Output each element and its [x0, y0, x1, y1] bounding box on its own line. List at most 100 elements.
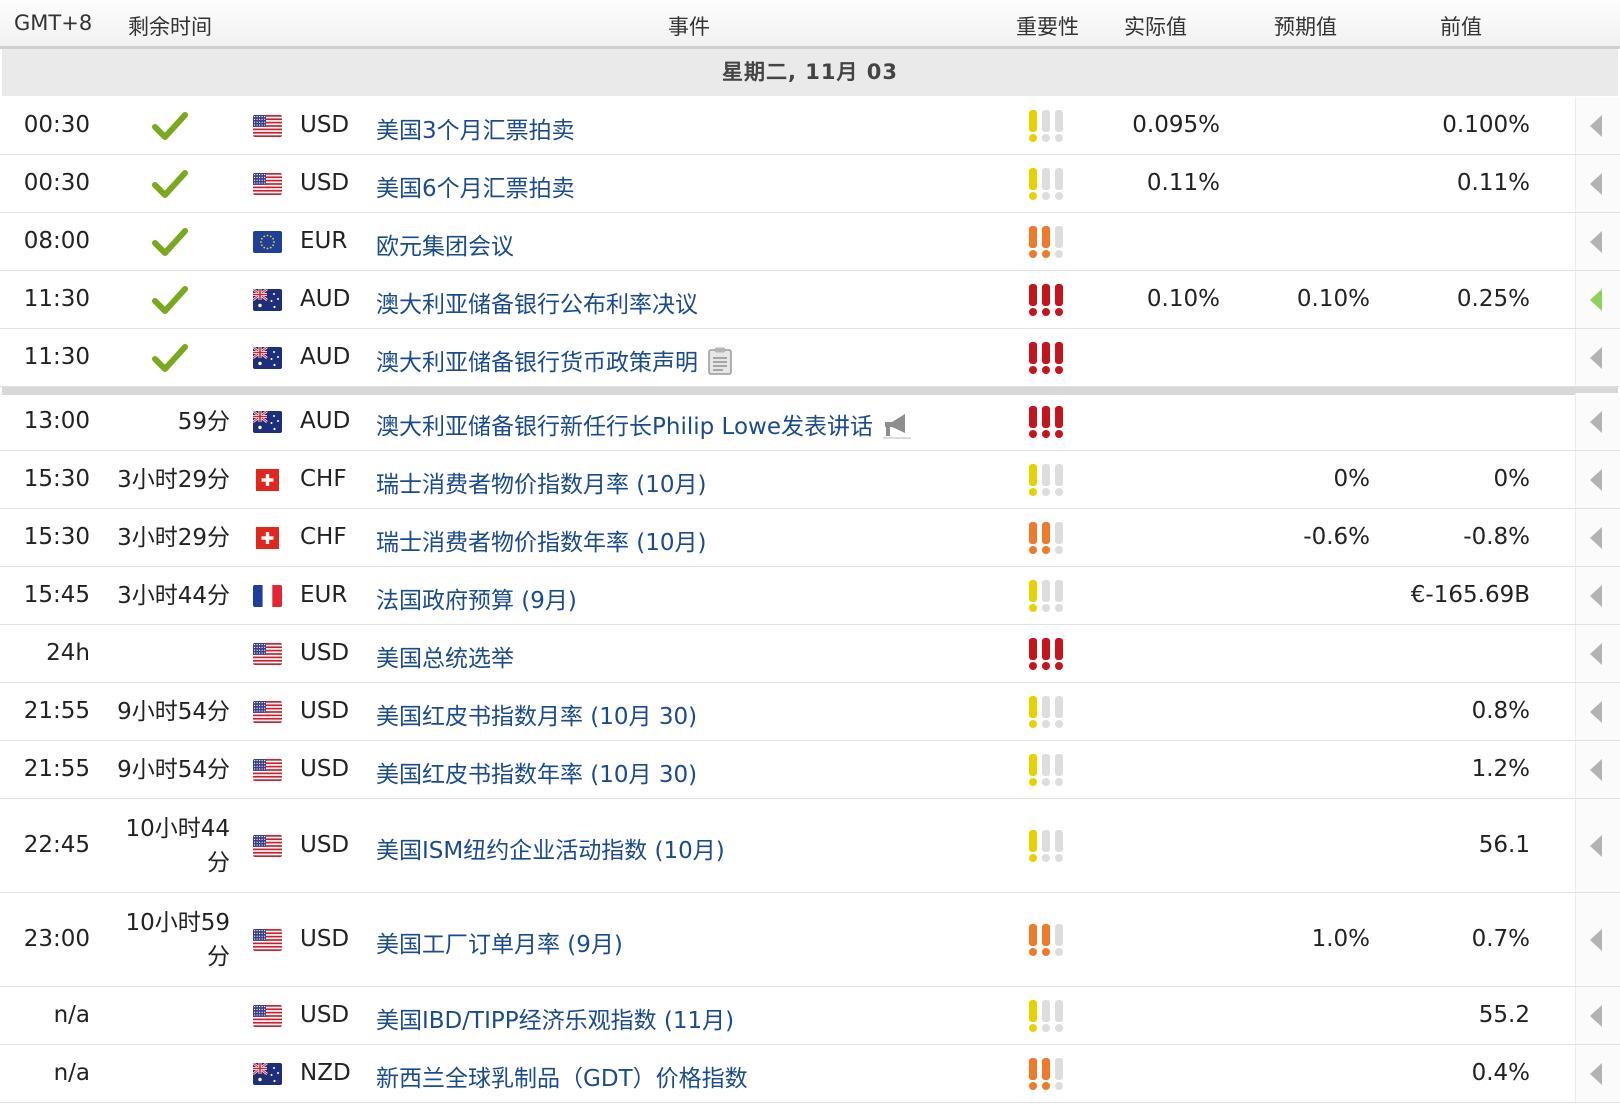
event-time: 08:00: [23, 228, 90, 254]
event-link[interactable]: 瑞士消费者物价指数月率 (10月): [376, 465, 707, 499]
checkmark-icon: [152, 111, 188, 141]
forecast-value: -0.6%: [1303, 524, 1370, 550]
event-name[interactable]: 美国IBD/TIPP经济乐观指数 (11月): [376, 1008, 734, 1034]
time-remaining: 3小时44分: [117, 583, 230, 609]
event-name[interactable]: 美国3个月汇票拍卖: [376, 118, 575, 144]
checkmark-icon: [152, 227, 188, 257]
event-name[interactable]: 澳大利亚储备银行新任行长Philip Lowe发表讲话: [376, 414, 873, 440]
event-link[interactable]: 美国3个月汇票拍卖: [376, 111, 575, 145]
time-remaining: 10小时44分: [125, 816, 230, 876]
expand-arrow[interactable]: [1575, 213, 1620, 270]
event-time: 11:30: [23, 344, 90, 370]
event-link[interactable]: 澳大利亚储备银行新任行长Philip Lowe发表讲话: [376, 407, 911, 445]
event-name[interactable]: 法国政府预算 (9月): [376, 588, 577, 614]
document-icon[interactable]: [708, 347, 732, 381]
event-row[interactable]: 23:00 10小时59分 USD 美国工厂订单月率 (9月) 1.0% 0.7%: [0, 893, 1620, 987]
event-row[interactable]: 15:30 3小时29分 CHF 瑞士消费者物价指数月率 (10月) 0% 0%: [0, 451, 1620, 509]
event-time: 23:00: [23, 926, 90, 952]
event-link[interactable]: 美国总统选举: [376, 639, 514, 673]
event-name[interactable]: 瑞士消费者物价指数月率 (10月): [376, 472, 707, 498]
event-row[interactable]: 00:30 USD 美国3个月汇票拍卖 0.095% 0.100%: [0, 97, 1620, 155]
expand-arrow[interactable]: [1575, 1045, 1620, 1102]
expand-arrow[interactable]: [1575, 741, 1620, 798]
expand-arrow[interactable]: [1575, 271, 1620, 328]
triangle-left-icon: [1590, 585, 1602, 607]
expand-arrow[interactable]: [1575, 625, 1620, 682]
previous-value: 0.100%: [1442, 112, 1530, 138]
ch-flag: [253, 527, 282, 549]
event-name[interactable]: 美国总统选举: [376, 646, 514, 672]
event-link[interactable]: 美国ISM纽约企业活动指数 (10月): [376, 831, 725, 865]
triangle-left-icon: [1590, 643, 1602, 665]
event-name[interactable]: 欧元集团会议: [376, 234, 514, 260]
event-row[interactable]: 15:30 3小时29分 CHF 瑞士消费者物价指数年率 (10月) -0.6% -0.8…: [0, 509, 1620, 567]
event-link[interactable]: 美国工厂订单月率 (9月): [376, 925, 623, 959]
event-time: 22:45: [23, 832, 90, 858]
expand-arrow[interactable]: [1575, 683, 1620, 740]
event-name[interactable]: 澳大利亚储备银行货币政策声明: [376, 350, 698, 376]
currency-code: USD: [300, 1002, 350, 1028]
event-link[interactable]: 美国IBD/TIPP经济乐观指数 (11月): [376, 1001, 734, 1035]
event-row[interactable]: 15:45 3小时44分 EUR 法国政府预算 (9月) €-165.69B: [0, 567, 1620, 625]
event-link[interactable]: 澳大利亚储备银行货币政策声明: [376, 343, 732, 381]
event-row[interactable]: 24h USD 美国总统选举: [0, 625, 1620, 683]
importance-icon: [1027, 167, 1067, 201]
triangle-left-icon: [1590, 173, 1602, 195]
event-name[interactable]: 美国ISM纽约企业活动指数 (10月): [376, 838, 725, 864]
currency-code: USD: [300, 170, 350, 196]
previous-value: 0.11%: [1456, 170, 1530, 196]
expand-arrow[interactable]: [1575, 509, 1620, 566]
expand-arrow[interactable]: [1575, 155, 1620, 212]
event-row[interactable]: 21:55 9小时54分 USD 美国红皮书指数月率 (10月 30) 0.8%: [0, 683, 1620, 741]
event-row[interactable]: 22:45 10小时44分 USD 美国ISM纽约企业活动指数 (10月) 56.1: [0, 799, 1620, 893]
event-row[interactable]: n/a USD 美国IBD/TIPP经济乐观指数 (11月) 55.2: [0, 987, 1620, 1045]
event-name[interactable]: 美国6个月汇票拍卖: [376, 176, 575, 202]
us-flag: [253, 1005, 282, 1027]
expand-arrow[interactable]: [1575, 97, 1620, 154]
event-name[interactable]: 美国红皮书指数月率 (10月 30): [376, 704, 697, 730]
ch-flag: [253, 469, 282, 491]
speaker-icon[interactable]: [882, 411, 911, 445]
event-link[interactable]: 瑞士消费者物价指数年率 (10月): [376, 523, 707, 557]
event-link[interactable]: 欧元集团会议: [376, 227, 514, 261]
expand-arrow[interactable]: [1575, 987, 1620, 1044]
previous-value: 0.8%: [1471, 698, 1530, 724]
importance-icon: [1027, 829, 1067, 863]
event-name[interactable]: 瑞士消费者物价指数年率 (10月): [376, 530, 707, 556]
day-header: 星期二, 11月 03: [2, 49, 1618, 96]
event-row[interactable]: n/a NZD 新西兰全球乳制品（GDT）价格指数 0.4%: [0, 1045, 1620, 1103]
event-link[interactable]: 法国政府预算 (9月): [376, 581, 577, 615]
us-flag: [253, 701, 282, 723]
importance-icon: [1027, 225, 1067, 259]
expand-arrow[interactable]: [1575, 393, 1620, 450]
time-remaining: 9小时54分: [117, 699, 230, 725]
us-flag: [253, 835, 282, 857]
event-name[interactable]: 美国红皮书指数年率 (10月 30): [376, 762, 697, 788]
event-row[interactable]: 08:00 EUR 欧元集团会议: [0, 213, 1620, 271]
event-link[interactable]: 美国6个月汇票拍卖: [376, 169, 575, 203]
expand-arrow[interactable]: [1575, 893, 1620, 986]
event-row[interactable]: 00:30 USD 美国6个月汇票拍卖 0.11% 0.11%: [0, 155, 1620, 213]
currency-code: AUD: [300, 344, 351, 370]
event-row[interactable]: 11:30 AUD 澳大利亚储备银行公布利率决议 0.10% 0.10% 0.25%: [0, 271, 1620, 329]
col-remaining: 剩余时间: [128, 15, 212, 39]
us-flag: [253, 643, 282, 665]
event-name[interactable]: 澳大利亚储备银行公布利率决议: [376, 292, 698, 318]
event-row[interactable]: 21:55 9小时54分 USD 美国红皮书指数年率 (10月 30) 1.2%: [0, 741, 1620, 799]
event-row[interactable]: 11:30 AUD 澳大利亚储备银行货币政策声明: [0, 329, 1620, 387]
event-row[interactable]: 13:00 59分 AUD 澳大利亚储备银行新任行长Philip Lowe发表讲话: [0, 393, 1620, 451]
event-link[interactable]: 美国红皮书指数月率 (10月 30): [376, 697, 697, 731]
event-link[interactable]: 澳大利亚储备银行公布利率决议: [376, 285, 698, 319]
expand-arrow[interactable]: [1575, 329, 1620, 386]
event-link[interactable]: 新西兰全球乳制品（GDT）价格指数: [376, 1059, 748, 1093]
col-actual: 实际值: [1124, 15, 1187, 39]
expand-arrow[interactable]: [1575, 451, 1620, 508]
expand-arrow[interactable]: [1575, 799, 1620, 892]
importance-icon: [1027, 637, 1067, 671]
event-time: 00:30: [23, 170, 90, 196]
expand-arrow[interactable]: [1575, 567, 1620, 624]
event-name[interactable]: 新西兰全球乳制品（GDT）价格指数: [376, 1066, 748, 1092]
col-timezone[interactable]: GMT+8: [14, 11, 92, 35]
event-link[interactable]: 美国红皮书指数年率 (10月 30): [376, 755, 697, 789]
event-name[interactable]: 美国工厂订单月率 (9月): [376, 932, 623, 958]
